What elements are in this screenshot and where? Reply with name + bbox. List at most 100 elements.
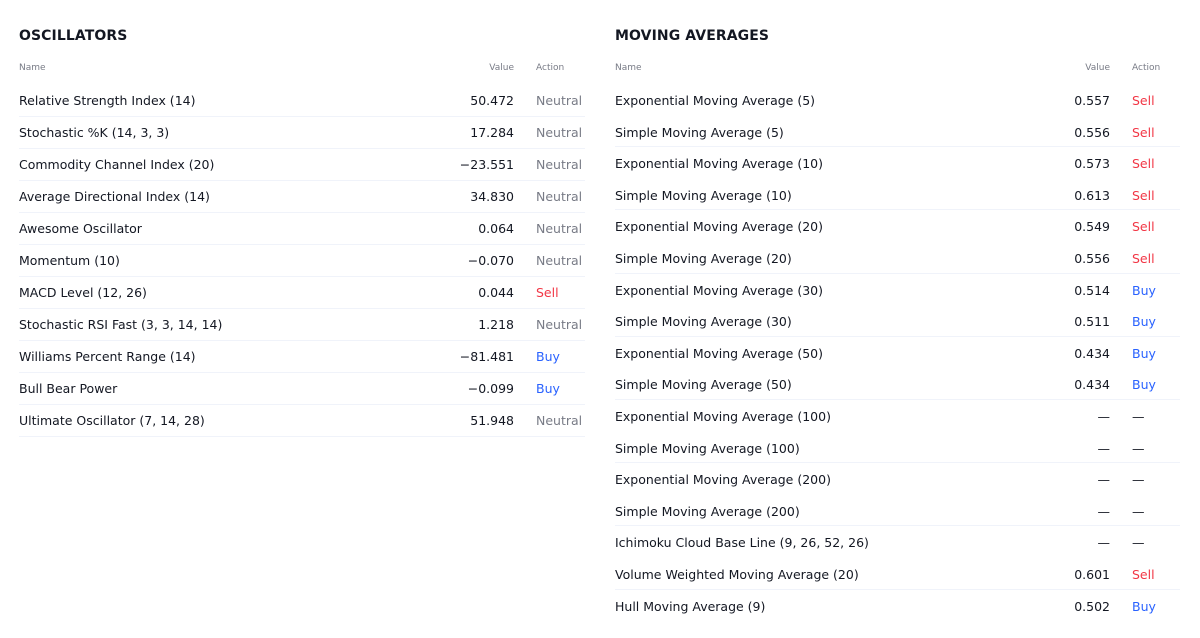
indicator-action: Buy: [1132, 377, 1156, 393]
indicator-name: Simple Moving Average (200): [615, 503, 800, 519]
indicator-action: Neutral: [536, 189, 583, 204]
table-row: Commodity Channel Index (20) −23.551 Neutr…: [19, 149, 585, 181]
indicator-name: Relative Strength Index (14): [19, 93, 196, 108]
table-row: MACD Level (12, 26) 0.044 Sell: [19, 277, 585, 309]
indicator-name: Simple Moving Average (100): [615, 440, 800, 456]
moving-averages-title: MOVING AVERAGES: [615, 28, 770, 44]
indicator-value: 0.556: [1074, 124, 1110, 140]
indicator-name: Exponential Moving Average (100): [615, 408, 831, 424]
indicator-action: Sell: [1132, 566, 1155, 582]
indicator-value: —: [1097, 440, 1111, 456]
indicator-value: —: [1097, 535, 1111, 551]
header-name: Name: [19, 63, 46, 73]
indicator-name: Williams Percent Range (14): [19, 349, 196, 364]
indicator-value: −0.099: [467, 381, 514, 396]
table-row: Ichimoku Cloud Base Line (9, 26, 52, 26)…: [615, 526, 1180, 558]
indicator-value: 50.472: [470, 93, 514, 108]
indicator-value: 0.434: [1074, 345, 1110, 361]
indicator-name: Exponential Moving Average (30): [615, 282, 823, 298]
indicator-action: Sell: [1132, 250, 1155, 266]
indicator-value: 0.601: [1074, 566, 1110, 582]
indicator-name: Commodity Channel Index (20): [19, 157, 215, 172]
table-row: Exponential Moving Average (20) 0.549 Sell: [615, 210, 1180, 242]
indicator-action: Buy: [1132, 598, 1156, 614]
table-row: Williams Percent Range (14) −81.481 Buy: [19, 341, 585, 373]
table-row: Stochastic %K (14, 3, 3) 17.284 Neutral: [19, 117, 585, 149]
indicator-value: 0.502: [1074, 598, 1110, 614]
indicator-action: Neutral: [536, 125, 583, 140]
oscillators-table: Relative Strength Index (14) 50.472 Neutra…: [19, 85, 585, 437]
table-row: Bull Bear Power −0.099 Buy: [19, 373, 585, 405]
table-row: Exponential Moving Average (200) — —: [615, 463, 1180, 495]
indicator-value: 34.830: [470, 189, 514, 204]
indicator-action: Sell: [1132, 219, 1155, 235]
table-row: Simple Moving Average (10) 0.613 Sell: [615, 179, 1180, 211]
header-value: Value: [489, 63, 514, 73]
table-row: Exponential Moving Average (10) 0.573 Sell: [615, 147, 1180, 179]
indicator-name: Average Directional Index (14): [19, 189, 210, 204]
indicator-name: Simple Moving Average (20): [615, 250, 792, 266]
indicator-action: Buy: [1132, 345, 1156, 361]
table-row: Simple Moving Average (30) 0.511 Buy: [615, 305, 1180, 337]
indicator-name: Simple Moving Average (10): [615, 187, 792, 203]
indicator-value: —: [1097, 472, 1111, 488]
indicator-action: Buy: [1132, 314, 1156, 330]
table-row: Average Directional Index (14) 34.830 Neut…: [19, 181, 585, 213]
table-row: Exponential Moving Average (100) — —: [615, 400, 1180, 432]
indicator-action: Neutral: [536, 157, 583, 172]
header-value: Value: [1085, 63, 1110, 73]
indicator-action: Neutral: [536, 413, 583, 428]
indicator-value: −23.551: [459, 157, 514, 172]
moving-averages-header-row: Name Value Action: [615, 63, 1180, 75]
oscillators-header-row: Name Value Action: [19, 63, 585, 75]
indicator-value: 0.064: [478, 221, 514, 236]
oscillators-title: OSCILLATORS: [19, 28, 128, 44]
indicator-name: Simple Moving Average (5): [615, 124, 784, 140]
table-row: Exponential Moving Average (5) 0.557 Sell: [615, 84, 1180, 116]
table-row: Simple Moving Average (20) 0.556 Sell: [615, 242, 1180, 274]
table-row: Momentum (10) −0.070 Neutral: [19, 245, 585, 277]
header-action: Action: [536, 63, 565, 73]
table-row: Ultimate Oscillator (7, 14, 28) 51.948 Neu…: [19, 405, 585, 437]
indicator-name: Simple Moving Average (50): [615, 377, 792, 393]
indicator-name: Exponential Moving Average (200): [615, 472, 831, 488]
indicator-value: —: [1097, 503, 1111, 519]
indicator-value: 0.511: [1074, 314, 1110, 330]
table-row: Awesome Oscillator 0.064 Neutral: [19, 213, 585, 245]
indicator-value: 17.284: [470, 125, 514, 140]
indicator-name: Ultimate Oscillator (7, 14, 28): [19, 413, 205, 428]
indicator-name: Awesome Oscillator: [19, 221, 142, 236]
indicator-action: Buy: [536, 381, 560, 396]
indicator-name: Ichimoku Cloud Base Line (9, 26, 52, 26): [615, 535, 869, 551]
indicator-value: 0.514: [1074, 282, 1110, 298]
indicator-action: —: [1132, 472, 1145, 488]
indicator-value: 1.218: [478, 317, 514, 332]
indicator-action: Neutral: [536, 317, 583, 332]
indicator-action: —: [1132, 503, 1145, 519]
table-row: Exponential Moving Average (30) 0.514 Buy: [615, 274, 1180, 306]
indicator-value: −81.481: [459, 349, 514, 364]
moving-averages-table: Exponential Moving Average (5) 0.557 Sell S…: [615, 84, 1180, 621]
indicator-action: Sell: [1132, 187, 1155, 203]
header-action: Action: [1132, 63, 1161, 73]
indicator-action: Sell: [1132, 156, 1155, 172]
indicator-action: —: [1132, 408, 1145, 424]
indicator-name: Momentum (10): [19, 253, 120, 268]
indicator-name: Bull Bear Power: [19, 381, 118, 396]
indicator-action: Sell: [1132, 93, 1155, 108]
indicator-name: Exponential Moving Average (5): [615, 93, 816, 108]
indicator-value: −0.070: [467, 253, 514, 268]
table-row: Simple Moving Average (5) 0.556 Sell: [615, 116, 1180, 148]
table-row: Hull Moving Average (9) 0.502 Buy: [615, 590, 1180, 622]
indicator-value: —: [1097, 408, 1111, 424]
indicator-action: Neutral: [536, 93, 583, 108]
indicator-name: Exponential Moving Average (20): [615, 219, 823, 235]
indicator-action: —: [1132, 440, 1145, 456]
table-row: Simple Moving Average (200) — —: [615, 495, 1180, 527]
table-row: Exponential Moving Average (50) 0.434 Buy: [615, 337, 1180, 369]
indicator-action: —: [1132, 535, 1145, 551]
indicator-name: Stochastic %K (14, 3, 3): [19, 125, 170, 140]
indicator-name: MACD Level (12, 26): [19, 285, 147, 300]
table-row: Simple Moving Average (50) 0.434 Buy: [615, 368, 1180, 400]
indicator-name: Exponential Moving Average (50): [615, 345, 823, 361]
